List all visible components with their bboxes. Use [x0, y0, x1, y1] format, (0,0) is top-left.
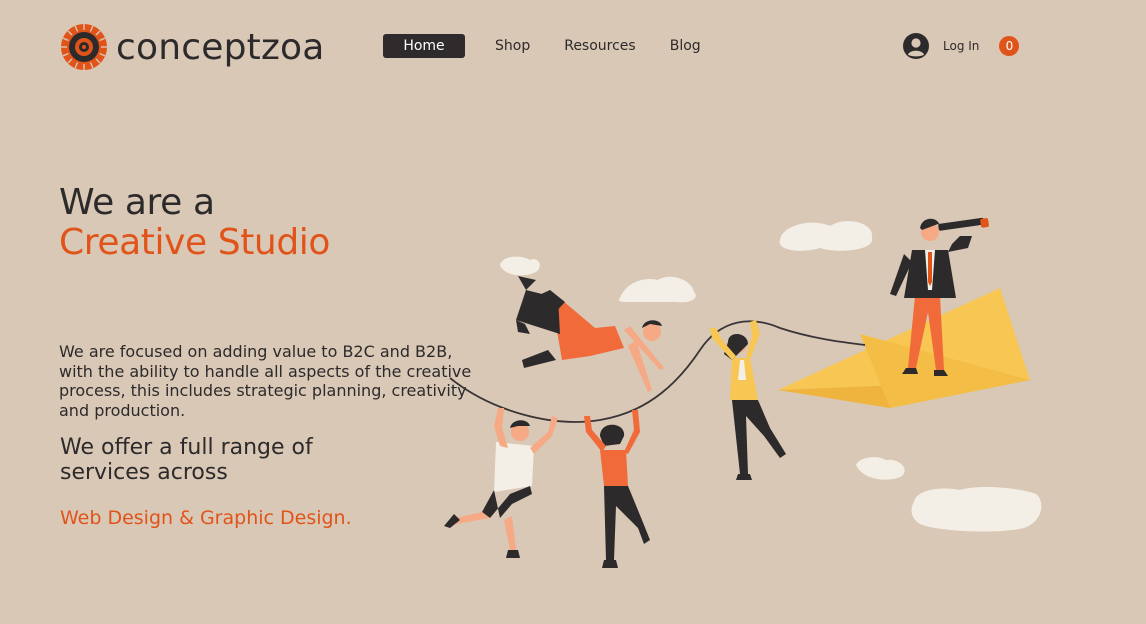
nav-resources[interactable]: Resources: [564, 38, 636, 54]
main-nav: Home Shop Resources Blog: [383, 34, 735, 58]
nav-shop[interactable]: Shop: [495, 38, 530, 54]
sun-eye-logo-icon: [61, 24, 107, 70]
services-text: Web Design & Graphic Design.: [60, 507, 352, 529]
woman-orange-figure: [584, 410, 650, 568]
paper-plane: [778, 288, 1030, 408]
hero-description: We are focused on adding value to B2C an…: [59, 342, 472, 420]
hero-title: We are a Creative Studio: [59, 183, 330, 263]
cart-button[interactable]: 0: [999, 36, 1020, 56]
offer-text: We offer a full range of services across: [60, 435, 313, 485]
team-flying-illustration: [444, 217, 1042, 568]
login-area: Log In 0: [903, 33, 1020, 59]
man-white-figure: [444, 408, 558, 558]
cart-count: 0: [1005, 39, 1014, 53]
brand-name: conceptzoa: [116, 26, 325, 68]
nav-blog[interactable]: Blog: [670, 38, 701, 54]
user-avatar-icon[interactable]: [903, 33, 929, 59]
woman-yellow-figure: [710, 320, 786, 480]
hero-line-1: We are a: [59, 182, 215, 223]
hero-line-2: Creative Studio: [59, 222, 331, 263]
brand-logo[interactable]: conceptzoa: [60, 22, 325, 72]
nav-home[interactable]: Home: [383, 34, 465, 58]
login-link[interactable]: Log In: [943, 39, 979, 53]
